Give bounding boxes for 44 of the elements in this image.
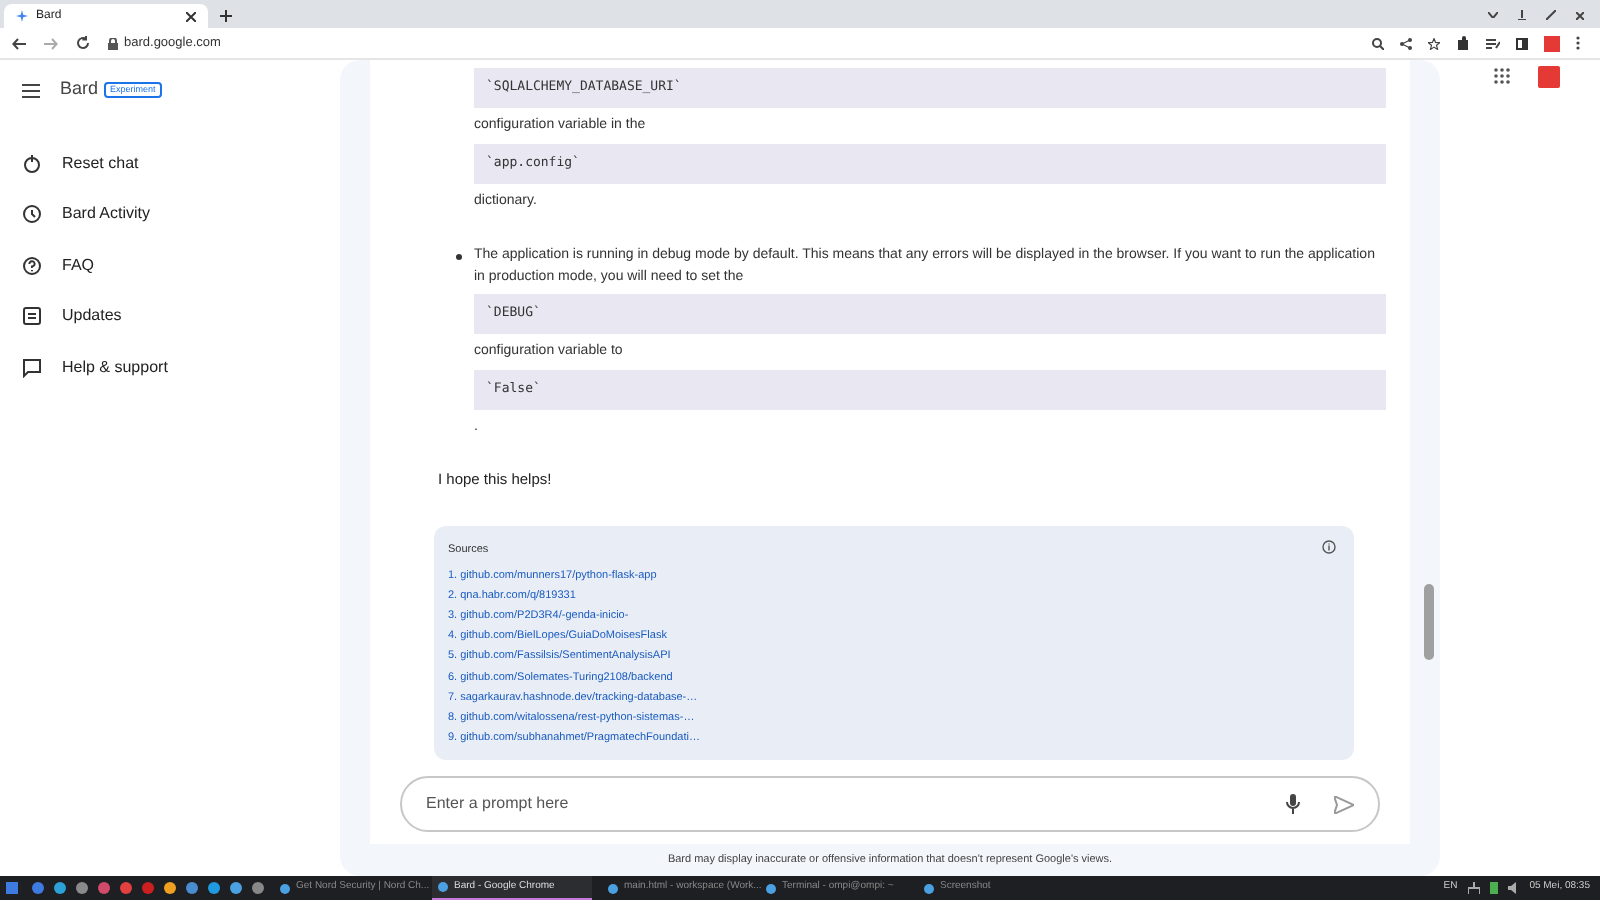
prompt-input-field[interactable]: Enter a prompt here: [400, 776, 1380, 832]
window-icon: [280, 883, 290, 893]
lock-icon: [108, 37, 118, 49]
sidebar-item[interactable]: Reset chat: [62, 151, 139, 176]
zoom-icon[interactable]: [1372, 37, 1384, 49]
minimize-icon[interactable]: [1518, 10, 1526, 20]
window-icon: [924, 883, 934, 893]
window-icon: [766, 883, 776, 893]
account-avatar[interactable]: [1537, 65, 1559, 87]
history-icon: [22, 204, 42, 225]
sidebar-item[interactable]: Bard Activity: [62, 202, 151, 227]
reload-icon[interactable]: [76, 36, 90, 50]
sidebar-item[interactable]: FAQ: [62, 253, 95, 278]
scrollbar-thumb[interactable]: [1424, 584, 1434, 660]
new-tab-icon[interactable]: [220, 10, 232, 22]
sidebar-item[interactable]: Updates: [62, 304, 122, 329]
send-icon[interactable]: [1334, 795, 1354, 813]
window-icon: [608, 883, 618, 893]
bullet-icon: [456, 254, 462, 260]
speaker-icon[interactable]: [1507, 882, 1520, 894]
network-icon[interactable]: [1467, 882, 1480, 894]
sparkle-icon: [16, 10, 28, 22]
document-icon: [22, 306, 42, 327]
info-icon[interactable]: [1322, 540, 1336, 555]
microphone-icon[interactable]: [1286, 794, 1300, 814]
close-window-icon[interactable]: [1576, 11, 1584, 19]
extension-icon[interactable]: [1544, 35, 1560, 51]
star-icon[interactable]: [1428, 37, 1440, 49]
sidebar-item[interactable]: Help & support: [62, 355, 168, 380]
reading-list-icon[interactable]: [1486, 37, 1500, 49]
side-panel-icon[interactable]: [1516, 37, 1528, 49]
chat-bubble-icon: [22, 357, 42, 378]
chevron-down-icon[interactable]: [1488, 12, 1498, 18]
help-icon: [22, 255, 42, 276]
start-menu-icon[interactable]: [6, 882, 18, 894]
apps-grid-icon[interactable]: [1493, 68, 1509, 84]
back-icon[interactable]: [12, 37, 26, 49]
battery-icon[interactable]: [1489, 882, 1498, 894]
app-title: Bard: [60, 76, 99, 103]
share-icon[interactable]: [1400, 37, 1412, 49]
menu-icon[interactable]: [22, 83, 40, 97]
power-icon: [22, 153, 42, 174]
close-icon[interactable]: [186, 11, 196, 21]
window-icon: [438, 882, 448, 892]
